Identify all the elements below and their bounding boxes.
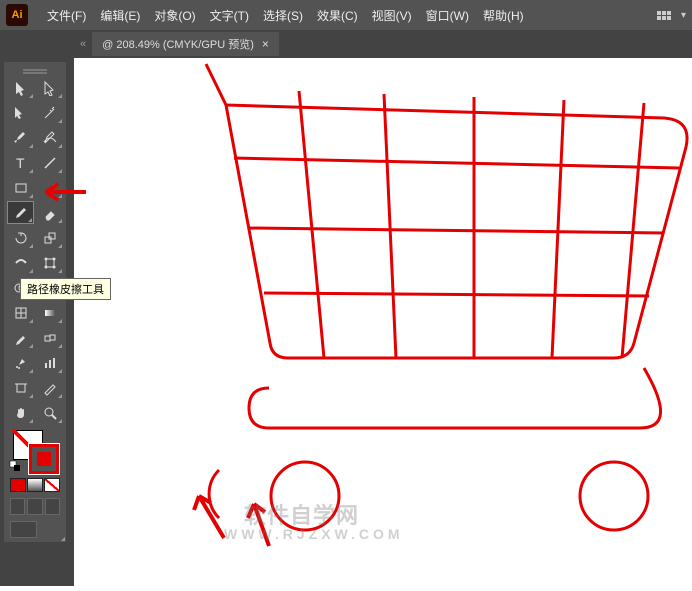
- pen-tool[interactable]: [7, 126, 34, 149]
- color-none[interactable]: [44, 478, 60, 492]
- fill-stroke-swatches[interactable]: [7, 428, 63, 472]
- draw-behind[interactable]: [27, 498, 42, 515]
- menu-file[interactable]: 文件(F): [40, 7, 93, 24]
- tab-label: @ 208.49% (CMYK/GPU 预览): [102, 36, 254, 52]
- pencil-tool[interactable]: [7, 201, 34, 224]
- workspace: T: [0, 58, 692, 586]
- screen-mode-row: [7, 521, 63, 538]
- menu-help[interactable]: 帮助(H): [476, 7, 531, 24]
- color-mode-row: [7, 478, 63, 492]
- gradient-tool[interactable]: [36, 301, 63, 324]
- eyedropper-tool[interactable]: [7, 326, 34, 349]
- panel-grip[interactable]: [7, 66, 63, 74]
- artwork-cart: [74, 58, 692, 586]
- document-tab[interactable]: @ 208.49% (CMYK/GPU 预览) ×: [92, 32, 279, 56]
- rectangle-tool[interactable]: [7, 176, 34, 199]
- screen-mode[interactable]: [10, 521, 37, 538]
- paintbrush-tool[interactable]: [36, 176, 63, 199]
- workspace-switcher-icon[interactable]: [657, 11, 671, 20]
- tool-tooltip: 路径橡皮擦工具: [20, 278, 111, 300]
- chevron-down-icon[interactable]: ▾: [681, 10, 686, 21]
- tab-collapse[interactable]: «: [80, 38, 86, 50]
- tools-panel: T: [4, 62, 66, 542]
- curvature-tool[interactable]: [36, 126, 63, 149]
- menu-effect[interactable]: 效果(C): [310, 7, 365, 24]
- mesh-tool[interactable]: [7, 301, 34, 324]
- menu-object[interactable]: 对象(O): [147, 7, 202, 24]
- group-selection-tool[interactable]: [7, 101, 34, 124]
- width-tool[interactable]: [7, 251, 34, 274]
- zoom-tool[interactable]: [36, 401, 63, 424]
- svg-text:T: T: [16, 155, 25, 171]
- selection-tool[interactable]: [7, 76, 34, 99]
- direct-selection-tool[interactable]: [36, 76, 63, 99]
- free-transform-tool[interactable]: [36, 251, 63, 274]
- color-solid[interactable]: [10, 478, 26, 492]
- eraser-tool[interactable]: [36, 201, 63, 224]
- magic-wand-tool[interactable]: [36, 101, 63, 124]
- draw-normal[interactable]: [10, 498, 25, 515]
- graph-tool[interactable]: [36, 351, 63, 374]
- watermark-url: WWW.RJZXW.COM: [224, 526, 404, 542]
- menu-bar: Ai 文件(F) 编辑(E) 对象(O) 文字(T) 选择(S) 效果(C) 视…: [0, 0, 692, 30]
- menu-type[interactable]: 文字(T): [203, 7, 256, 24]
- blend-tool[interactable]: [36, 326, 63, 349]
- artboard-tool[interactable]: [7, 376, 34, 399]
- app-logo: Ai: [6, 4, 28, 26]
- draw-mode-row: [7, 498, 63, 515]
- canvas[interactable]: 软件自学网 WWW.RJZXW.COM: [74, 58, 692, 586]
- scale-tool[interactable]: [36, 226, 63, 249]
- default-fill-stroke-icon[interactable]: [9, 460, 21, 472]
- draw-inside[interactable]: [45, 498, 60, 515]
- menu-edit[interactable]: 编辑(E): [93, 7, 147, 24]
- symbol-sprayer-tool[interactable]: [7, 351, 34, 374]
- line-tool[interactable]: [36, 151, 63, 174]
- close-icon[interactable]: ×: [262, 37, 269, 51]
- rotate-tool[interactable]: [7, 226, 34, 249]
- menu-view[interactable]: 视图(V): [365, 7, 419, 24]
- menu-window[interactable]: 窗口(W): [419, 7, 476, 24]
- stroke-swatch[interactable]: [29, 444, 59, 474]
- hand-tool[interactable]: [7, 401, 34, 424]
- menu-select[interactable]: 选择(S): [256, 7, 310, 24]
- document-tab-bar: « @ 208.49% (CMYK/GPU 预览) ×: [0, 30, 692, 58]
- type-tool[interactable]: T: [7, 151, 34, 174]
- color-gradient[interactable]: [27, 478, 43, 492]
- slice-tool[interactable]: [36, 376, 63, 399]
